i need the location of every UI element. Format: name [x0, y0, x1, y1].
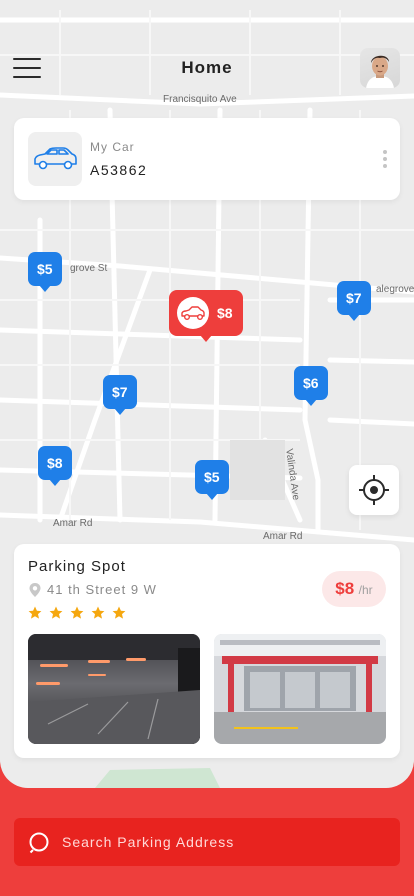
map-view[interactable]: Home My Car A53862 Francisquito Ave Vali…: [0, 0, 414, 788]
car-plate-number: A53862: [90, 162, 148, 178]
crosshair-icon: [359, 475, 389, 505]
star-icon: [70, 606, 84, 619]
street-label: Amar Rd: [263, 531, 303, 542]
my-car-card[interactable]: My Car A53862: [14, 118, 400, 200]
locate-me-button[interactable]: [349, 465, 399, 515]
star-icon: [49, 606, 63, 619]
star-icon: [28, 606, 42, 619]
pin-price: $8: [217, 305, 233, 321]
rating-stars: [28, 606, 126, 619]
spot-address: 41 th Street 9 W: [47, 582, 157, 597]
street-label: alegrove: [376, 284, 414, 295]
price-unit: /hr: [358, 583, 373, 597]
parking-photo[interactable]: [28, 634, 200, 744]
parking-pin[interactable]: $6: [294, 366, 328, 406]
more-options-icon[interactable]: [382, 150, 388, 170]
street-label: Francisquito Ave: [163, 94, 237, 105]
parking-pin[interactable]: $7: [337, 281, 371, 321]
search-icon: [29, 832, 49, 854]
car-label: My Car: [90, 140, 135, 154]
user-avatar[interactable]: [360, 48, 400, 88]
price-amount: $8: [335, 579, 355, 598]
star-icon: [91, 606, 105, 619]
spot-title: Parking Spot: [28, 558, 126, 575]
street-label: Amar Rd: [53, 518, 93, 529]
car-icon: [177, 297, 209, 329]
parking-photo[interactable]: [214, 634, 386, 744]
search-parking-input[interactable]: Search Parking Address: [14, 818, 400, 866]
car-icon: [34, 147, 77, 170]
parking-pin[interactable]: $8: [38, 446, 72, 486]
parking-pin[interactable]: $7: [103, 375, 137, 415]
star-icon: [112, 606, 126, 619]
parking-pin[interactable]: $5: [28, 252, 62, 292]
search-placeholder: Search Parking Address: [62, 834, 235, 850]
avatar-icon: [366, 55, 394, 88]
parking-spot-card[interactable]: Parking Spot 41 th Street 9 W $8 /hr: [14, 544, 400, 758]
parking-pin-selected[interactable]: $8: [169, 290, 243, 342]
location-pin-icon: [29, 583, 41, 597]
street-label: grove St: [70, 263, 108, 274]
car-thumbnail: [28, 132, 82, 186]
price-badge: $8 /hr: [322, 571, 386, 607]
page-title: Home: [181, 58, 233, 77]
parking-pin[interactable]: $5: [195, 460, 229, 500]
